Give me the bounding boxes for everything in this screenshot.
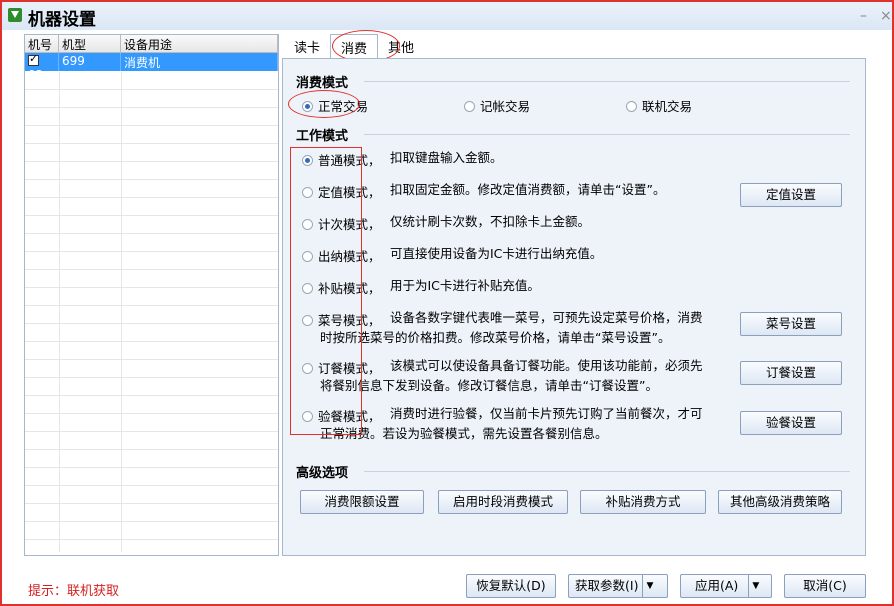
restore-default-button[interactable]: 恢复默认(D)	[466, 574, 556, 598]
work-mode-description: 扣取固定金额。修改定值消费额，请单击“设置”。	[390, 182, 666, 197]
device-id-cell: 02	[25, 52, 59, 82]
work-mode-description: 该模式可以使设备具备订餐功能。使用该功能前，必须先	[390, 358, 703, 373]
highlight-ring	[288, 90, 360, 118]
tab-read-card[interactable]: 读卡	[284, 34, 330, 58]
radio-label: 联机交易	[642, 99, 693, 114]
minimize-icon[interactable]: –	[860, 8, 867, 24]
device-usage: 消费机	[121, 53, 278, 71]
device-model: 699	[59, 53, 121, 71]
cancel-button[interactable]: 取消(C)	[784, 574, 866, 598]
title-bar: 机器设置 – ×	[2, 2, 892, 30]
column-header-usage[interactable]: 设备用途	[121, 35, 278, 52]
window-title: 机器设置	[28, 10, 96, 30]
grid-divider	[121, 72, 122, 552]
grid-divider	[59, 72, 60, 552]
dropdown-arrow-icon[interactable]: ▼	[642, 575, 656, 597]
consume-tab-panel	[282, 58, 866, 556]
fetch-label: 获取参数(I)	[575, 578, 639, 593]
work-mode-description: 消费时进行验餐，仅当前卡片预先订购了当前餐次，才可	[390, 406, 703, 421]
empty-grid	[25, 72, 278, 552]
radio-dot	[464, 101, 475, 112]
highlight-box	[290, 147, 362, 435]
close-icon[interactable]: ×	[880, 8, 892, 24]
work-mode-description: 用于为IC卡进行补贴充值。	[390, 278, 540, 293]
work-mode-settings-button[interactable]: 菜号设置	[740, 312, 842, 336]
other-strategy-button[interactable]: 其他高级消费策略	[718, 490, 842, 514]
work-mode-settings-button[interactable]: 订餐设置	[740, 361, 842, 385]
work-mode-description: 可直接使用设备为IC卡进行出纳充值。	[390, 246, 603, 261]
fetch-params-button[interactable]: 获取参数(I) ▼	[568, 574, 668, 598]
device-list: 机号 机型 设备用途 02 699 消费机	[24, 34, 279, 556]
column-header-id[interactable]: 机号	[25, 35, 59, 52]
consume-mode-title: 消费模式	[296, 76, 349, 91]
divider	[364, 81, 850, 82]
work-mode-description: 正常消费。若设为验餐模式，需先设置各餐别信息。	[320, 426, 608, 441]
work-mode-title: 工作模式	[296, 129, 349, 144]
apply-label: 应用(A)	[695, 578, 739, 593]
work-mode-description: 扣取键盘输入金额。	[390, 150, 503, 165]
device-checkbox[interactable]	[28, 52, 39, 66]
device-row[interactable]: 02 699 消费机	[25, 52, 278, 82]
dropdown-arrow-icon[interactable]: ▼	[748, 575, 762, 597]
work-mode-description: 仅统计刷卡次数，不扣除卡上金额。	[390, 214, 591, 229]
divider	[364, 471, 850, 472]
consume-limit-button[interactable]: 消费限额设置	[300, 490, 424, 514]
machine-settings-window: 机器设置 – × 机号 机型 设备用途 02 699 消费机 读卡 消费 其他 …	[0, 0, 894, 606]
work-mode-settings-button[interactable]: 验餐设置	[740, 411, 842, 435]
work-mode-description: 设备各数字键代表唯一菜号，可预先设定菜号价格，消费	[390, 310, 703, 325]
divider	[364, 134, 850, 135]
radio-dot	[626, 101, 637, 112]
work-mode-description: 时按所选菜号的价格扣费。修改菜号价格，请单击“菜号设置”。	[320, 330, 671, 345]
device-list-header: 机号 机型 设备用途	[25, 35, 278, 53]
status-hint: 提示：联机获取	[28, 584, 120, 599]
work-mode-description: 将餐别信息下发到设备。修改订餐信息，请单击“订餐设置”。	[320, 378, 658, 393]
radio-account-trade[interactable]: 记帐交易	[464, 96, 530, 115]
work-mode-settings-button[interactable]: 定值设置	[740, 183, 842, 207]
app-icon	[8, 8, 22, 22]
column-header-model[interactable]: 机型	[59, 35, 121, 52]
advanced-title: 高级选项	[296, 466, 349, 481]
subsidy-consume-button[interactable]: 补贴消费方式	[580, 490, 706, 514]
radio-label: 记帐交易	[480, 99, 531, 114]
apply-button[interactable]: 应用(A) ▼	[680, 574, 772, 598]
period-consume-button[interactable]: 启用时段消费模式	[438, 490, 568, 514]
radio-online-trade[interactable]: 联机交易	[626, 96, 692, 115]
